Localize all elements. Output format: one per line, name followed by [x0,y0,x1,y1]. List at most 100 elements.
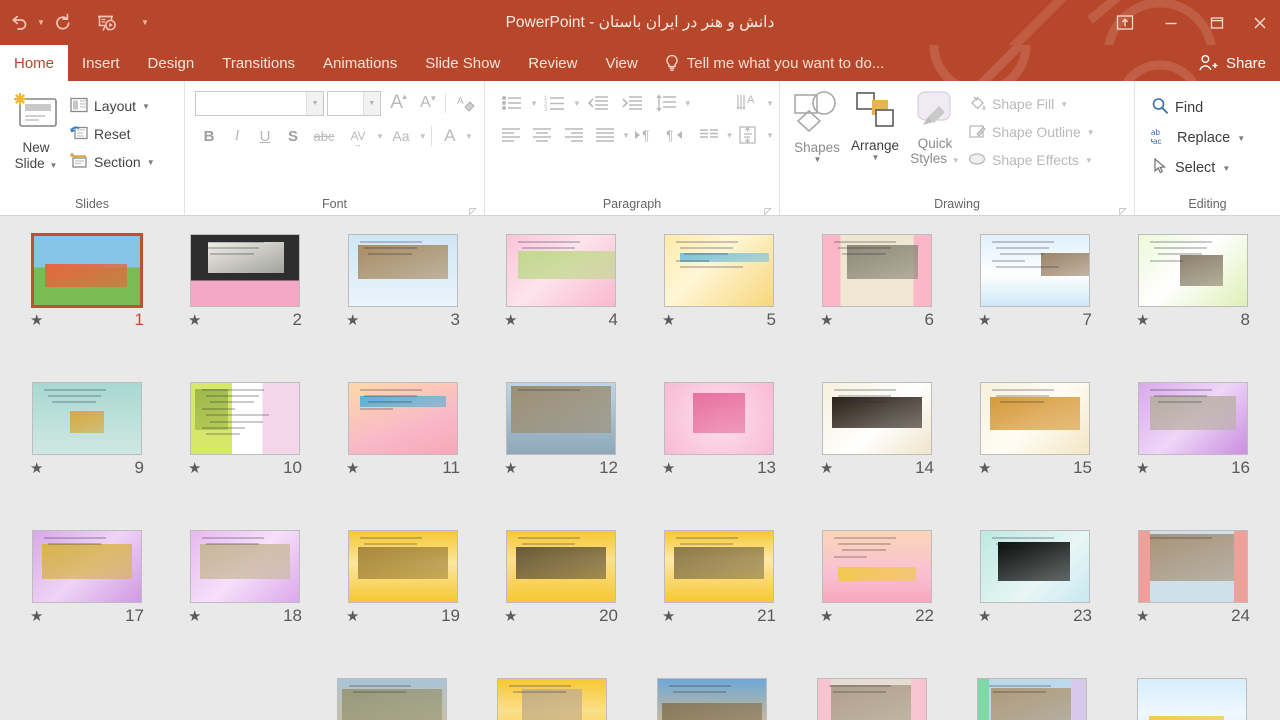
animation-star-icon[interactable]: ★ [820,609,833,624]
slide-cell[interactable]: ★ 16 [1114,364,1272,512]
slide-sorter-pane[interactable]: ★ 8 ★ 7 ★ 6 ★ 5 ★ 4 ★ 3 ★ 2 ★ 1 ★ 16 ★ 15 ★ 14 ★ 13 ★ 12 ★ 11 ★ 10 ★ 9 ★… [0,216,1280,720]
italic-button[interactable]: I [223,122,251,150]
font-color-button[interactable]: A [436,122,464,150]
font-size-dropdown-icon[interactable]: ▼ [362,91,380,115]
start-from-beginning-icon[interactable] [94,10,120,36]
animation-star-icon[interactable]: ★ [504,609,517,624]
animation-star-icon[interactable]: ★ [30,313,43,328]
slide-thumbnail[interactable] [664,382,774,455]
slide-cell[interactable]: ★ [312,660,472,720]
new-slide-dropdown-icon[interactable]: ▼ [49,161,57,170]
font-size-input[interactable]: ▼ [327,90,381,116]
text-direction-dropdown-icon[interactable]: ▼ [766,99,774,108]
arrange-button[interactable]: Arrange ▼ [846,87,904,197]
underline-button[interactable]: U [251,122,279,150]
slide-thumbnail[interactable] [822,382,932,455]
animation-star-icon[interactable]: ★ [188,313,201,328]
slide-thumbnail[interactable] [31,233,143,308]
arrange-dropdown-icon[interactable]: ▼ [872,153,880,162]
tab-slide-show[interactable]: Slide Show [411,45,514,81]
animation-star-icon[interactable]: ★ [978,461,991,476]
slide-cell[interactable]: ★ 20 [482,512,640,660]
shape-effects-button[interactable]: Shape Effects ▼ [966,146,1100,174]
shape-fill-button[interactable]: Shape Fill ▼ [966,90,1100,118]
animation-star-icon[interactable]: ★ [30,461,43,476]
redo-icon[interactable] [50,10,76,36]
slide-cell[interactable]: ★ 2 [166,216,324,364]
tab-insert[interactable]: Insert [68,45,134,81]
tab-design[interactable]: Design [134,45,209,81]
animation-star-icon[interactable]: ★ [662,313,675,328]
slide-cell[interactable]: ★ [792,660,952,720]
columns-dropdown-icon[interactable]: ▼ [726,131,734,140]
animation-star-icon[interactable]: ★ [1136,461,1149,476]
animation-star-icon[interactable]: ★ [346,609,359,624]
numbering-dropdown-icon[interactable]: ▼ [573,99,581,108]
align-text-dropdown-icon[interactable]: ▼ [766,131,774,140]
close-icon[interactable] [1240,7,1280,39]
line-spacing-button[interactable] [649,89,683,117]
layout-button[interactable]: Layout ▼ [67,92,160,120]
slide-cell[interactable]: ★ 8 [1114,216,1272,364]
strikethrough-button[interactable]: abc [307,122,341,150]
tell-me-search[interactable]: Tell me what you want to do... [652,45,884,81]
tab-review[interactable]: Review [514,45,591,81]
align-right-button[interactable] [558,121,590,149]
slide-cell[interactable]: ★ [1112,660,1272,720]
animation-star-icon[interactable]: ★ [188,609,201,624]
center-button[interactable] [527,121,559,149]
slide-cell[interactable]: ★ 10 [166,364,324,512]
slide-thumbnail[interactable] [664,530,774,603]
justify-dropdown-icon[interactable]: ▼ [622,131,630,140]
layout-dropdown-icon[interactable]: ▼ [142,102,150,111]
undo-icon[interactable] [6,10,32,36]
tab-home[interactable]: Home [0,45,69,81]
slide-thumbnail[interactable] [980,382,1090,455]
undo-dropdown-icon[interactable]: ▼ [34,11,48,35]
animation-star-icon[interactable]: ★ [1136,609,1149,624]
animation-star-icon[interactable]: ★ [504,461,517,476]
slide-cell[interactable]: ★ [952,660,1112,720]
align-left-button[interactable] [495,121,527,149]
decrease-indent-button[interactable] [581,89,615,117]
slide-cell[interactable]: ★ 19 [324,512,482,660]
quick-styles-dropdown-icon[interactable]: ▼ [952,156,960,165]
drawing-dialog-launcher[interactable]: ◸ [1118,204,1128,216]
animation-star-icon[interactable]: ★ [1136,313,1149,328]
slide-thumbnail[interactable] [348,382,458,455]
slide-thumbnail[interactable] [1138,234,1248,307]
restore-icon[interactable] [1194,7,1240,39]
slide-cell[interactable]: ★ [472,660,632,720]
columns-button[interactable] [693,121,725,149]
font-name-dropdown-icon[interactable]: ▼ [306,91,324,115]
ribbon-display-options-icon[interactable] [1102,7,1148,39]
slide-thumbnail[interactable] [348,234,458,307]
slide-thumbnail[interactable] [822,234,932,307]
slide-cell[interactable]: ★ 13 [640,364,798,512]
slide-cell[interactable]: ★ 7 [956,216,1114,364]
shape-effects-dropdown-icon[interactable]: ▼ [1085,156,1093,165]
tab-animations[interactable]: Animations [309,45,411,81]
customize-qat-icon[interactable]: ▼ [138,11,152,35]
bullets-dropdown-icon[interactable]: ▼ [530,99,538,108]
minimize-icon[interactable] [1148,7,1194,39]
justify-button[interactable] [590,121,622,149]
select-button[interactable]: Select ▼ [1147,153,1249,183]
slide-cell[interactable]: ★ 6 [798,216,956,364]
share-button[interactable]: Share [1186,45,1280,81]
slide-thumbnail[interactable] [1137,678,1247,720]
shape-outline-button[interactable]: Shape Outline ▼ [966,118,1100,146]
slide-cell[interactable]: ★ 23 [956,512,1114,660]
decrease-font-size-button[interactable]: A ▼ [413,89,439,117]
animation-star-icon[interactable]: ★ [820,461,833,476]
numbering-button[interactable]: 1 2 3 [538,89,572,117]
find-button[interactable]: Find [1147,93,1249,123]
new-slide-button[interactable]: New Slide ▼ [5,87,67,197]
animation-star-icon[interactable]: ★ [662,461,675,476]
slide-thumbnail[interactable] [1138,382,1248,455]
bullets-button[interactable] [495,89,529,117]
select-dropdown-icon[interactable]: ▼ [1222,164,1230,173]
slide-thumbnail[interactable] [664,234,774,307]
animation-star-icon[interactable]: ★ [504,313,517,328]
slide-thumbnail[interactable] [980,234,1090,307]
